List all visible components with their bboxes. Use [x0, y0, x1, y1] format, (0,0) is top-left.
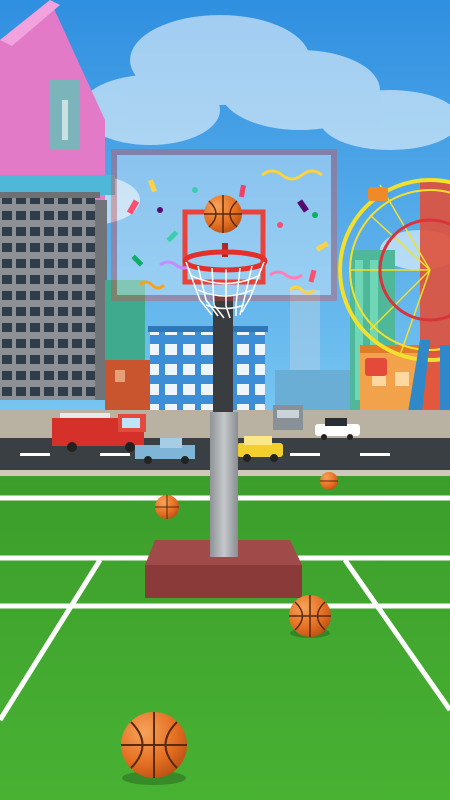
- basketball[interactable]: [320, 472, 338, 490]
- game-scene[interactable]: [0, 0, 450, 800]
- gray-office-building: [0, 192, 107, 400]
- orange-building-left: [105, 360, 150, 415]
- delivery-truck: [273, 405, 303, 430]
- blue-building: [148, 326, 268, 410]
- ferris-cabin: [365, 358, 387, 376]
- ferris-cabin: [368, 187, 388, 201]
- basketball-player-ball[interactable]: [121, 712, 187, 785]
- basketball[interactable]: [289, 595, 331, 638]
- basketball[interactable]: [155, 495, 179, 519]
- hoop-pole: [210, 412, 238, 557]
- ball-in-hoop: [204, 195, 242, 233]
